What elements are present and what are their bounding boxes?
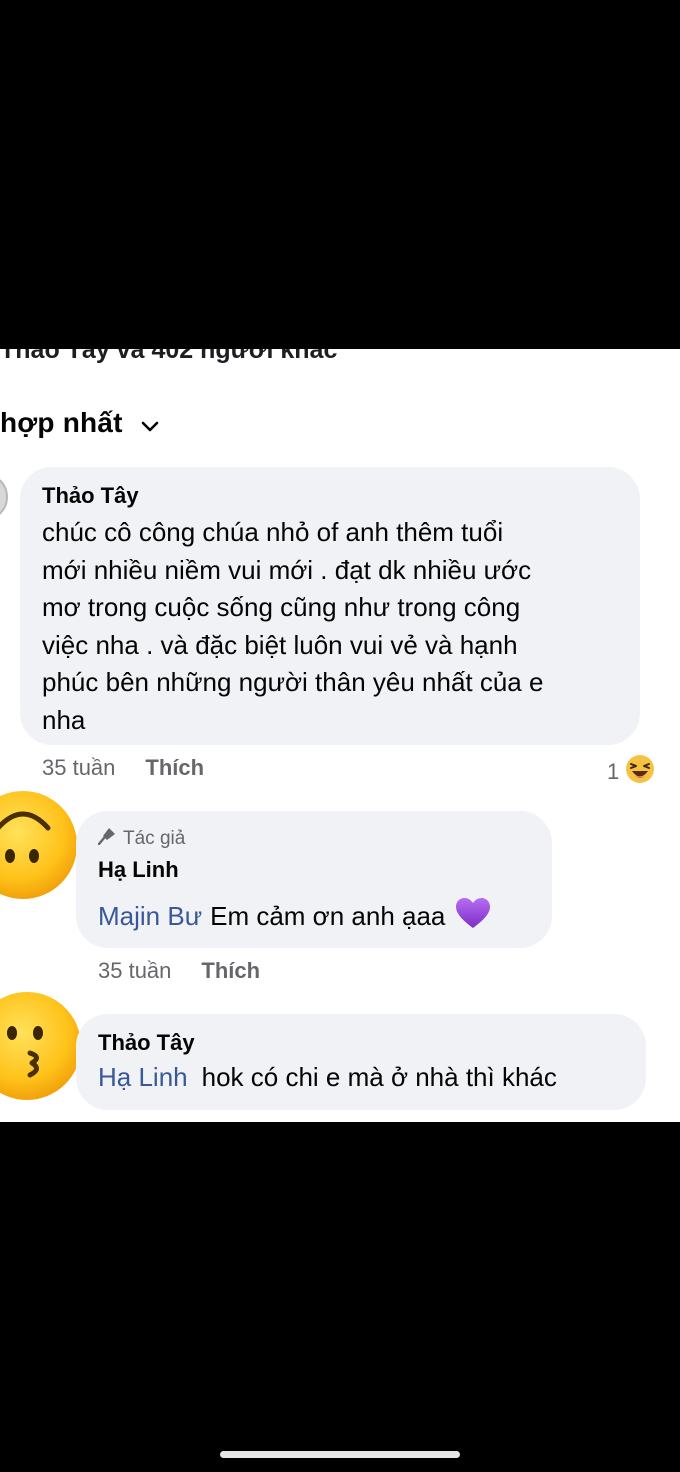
reply-bubble: Tác giả Hạ Linh Majin Bư Em cảm ơn anh ạ… <box>76 811 552 948</box>
comment-text-line: chúc cô công chúa nhỏ of anh thêm tuổi <box>42 517 504 547</box>
laughing-emoji-icon <box>625 754 655 790</box>
comments-panel: Thảo Tây và 402 người khác hợp nhất Thảo… <box>0 349 680 1122</box>
comment-text-line: mới nhiều niềm vui mới . đạt dk nhiều ướ… <box>42 554 532 585</box>
comment-sort-dropdown[interactable]: hợp nhất <box>0 403 159 443</box>
purple-heart-icon <box>455 897 491 936</box>
comment-bubble: Thảo Tây chúc cô công chúa nhỏ of anh th… <box>20 467 640 745</box>
reply-text-content: hok có chi e mà ở nhà thì khác <box>201 1062 557 1092</box>
microphone-icon <box>97 827 116 851</box>
comment-meta: 35 tuần Thích <box>98 958 260 984</box>
comment-timestamp[interactable]: 35 tuần <box>42 755 115 781</box>
comment-meta-cropped <box>98 1115 258 1122</box>
author-badge-label: Tác giả <box>123 828 186 849</box>
comment-text-line: việc nha . và đặc biệt luôn vui vẻ và hạ… <box>42 629 518 660</box>
comment-timestamp[interactable]: 35 tuần <box>98 958 171 984</box>
comment-author[interactable]: Hạ Linh <box>98 855 530 885</box>
home-indicator[interactable] <box>220 1451 460 1458</box>
reply-bubble: Thảo Tây Hạ Linh hok có chi e mà ở nhà t… <box>76 1014 646 1110</box>
reply-text-content: Em cảm ơn anh ạaa <box>210 901 446 931</box>
comment-meta: 35 tuần Thích <box>42 755 204 781</box>
avatar[interactable] <box>0 790 78 900</box>
comment-author[interactable]: Thảo Tây <box>98 1028 624 1058</box>
reply-text: Hạ Linh hok có chi e mà ở nhà thì khác <box>98 1062 624 1093</box>
screen: Thảo Tây và 402 người khác hợp nhất Thảo… <box>0 0 680 1472</box>
reaction-count: 1 <box>607 759 620 784</box>
comment-text-line: mơ trong cuộc sống cũng như trong công <box>42 592 521 622</box>
like-button[interactable]: Thích <box>145 755 204 781</box>
avatar[interactable] <box>0 991 82 1101</box>
comment-author[interactable]: Thảo Tây <box>42 481 618 511</box>
like-button[interactable]: Thích <box>201 958 260 984</box>
avatar[interactable] <box>0 473 8 521</box>
comment-text-line: nha <box>42 704 86 735</box>
mention-link[interactable]: Hạ Linh <box>98 1062 188 1093</box>
reaction-summary[interactable]: 1 <box>607 754 655 790</box>
comment-text: chúc cô công chúa nhỏ of anh thêm tuổi m… <box>42 514 618 739</box>
sort-label: hợp nhất <box>0 407 123 438</box>
author-badge: Tác giả <box>97 827 530 851</box>
reactions-summary[interactable]: Thảo Tây và 402 người khác <box>0 349 337 365</box>
comment-text-line: phúc bên những người thân yêu nhất của e <box>42 667 544 697</box>
mention-link[interactable]: Majin Bư <box>98 901 202 932</box>
chevron-down-icon <box>141 408 159 440</box>
reply-text: Majin Bư Em cảm ơn anh ạaa <box>98 897 530 936</box>
